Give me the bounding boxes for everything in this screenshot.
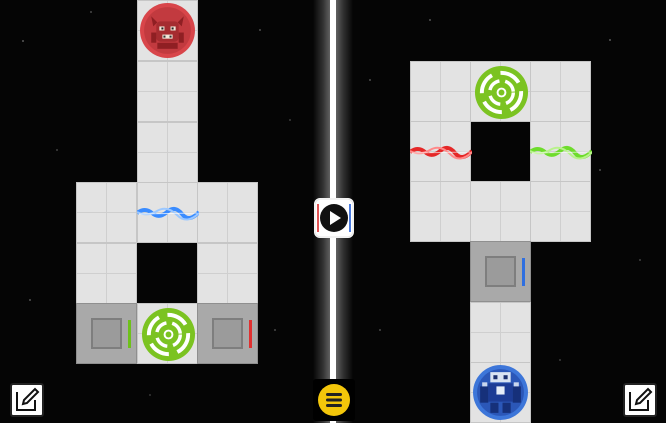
tile bbox=[137, 61, 198, 122]
tile bbox=[197, 243, 258, 304]
tile bbox=[76, 243, 137, 304]
green-laser bbox=[530, 146, 592, 160]
edit-icon bbox=[629, 387, 653, 411]
red-laser bbox=[410, 146, 472, 160]
tile bbox=[530, 61, 591, 122]
switch-button bbox=[91, 318, 122, 349]
menu-button[interactable] bbox=[313, 379, 355, 421]
edit-icon bbox=[16, 387, 40, 411]
portal-tile bbox=[137, 303, 198, 364]
switch-button bbox=[212, 318, 243, 349]
tile bbox=[530, 181, 591, 242]
left-edit-button[interactable] bbox=[10, 383, 44, 417]
tile bbox=[410, 181, 471, 242]
tile bbox=[470, 302, 531, 363]
portal-tile bbox=[470, 61, 531, 122]
switch-indicator bbox=[249, 320, 252, 348]
red-bear-character-icon[interactable] bbox=[139, 2, 196, 59]
switch-indicator bbox=[522, 258, 525, 286]
green-portal-icon bbox=[474, 65, 529, 120]
blue-laser bbox=[137, 207, 199, 221]
tile bbox=[137, 122, 198, 183]
blue-robot-character-icon[interactable] bbox=[472, 364, 529, 421]
switch-button bbox=[485, 256, 516, 287]
green-portal-icon bbox=[141, 307, 196, 362]
tile bbox=[470, 181, 531, 242]
switch-red-tile[interactable] bbox=[197, 303, 258, 364]
tile bbox=[76, 182, 137, 243]
play-icon bbox=[314, 198, 354, 238]
right-edit-button[interactable] bbox=[623, 383, 657, 417]
switch-green-tile[interactable] bbox=[76, 303, 137, 364]
menu-icon bbox=[318, 384, 350, 416]
switch-blue-tile[interactable] bbox=[470, 241, 531, 302]
tile bbox=[410, 61, 471, 122]
play-button[interactable] bbox=[314, 198, 354, 238]
switch-indicator bbox=[128, 320, 131, 348]
tile bbox=[197, 182, 258, 243]
